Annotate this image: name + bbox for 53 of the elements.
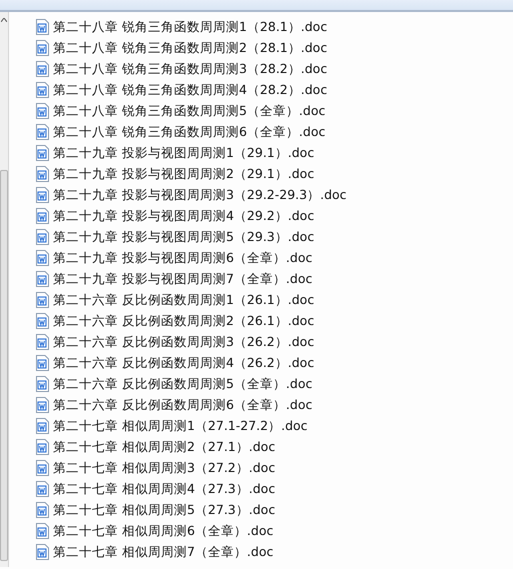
file-name[interactable]: 第二十九章 投影与视图周周测7（全章）.doc	[53, 270, 312, 286]
file-name[interactable]: 第二十九章 投影与视图周周测4（29.2）.doc	[53, 208, 314, 224]
document-icon	[35, 334, 49, 350]
file-name[interactable]: 第二十九章 投影与视图周周测3（29.2-29.3）.doc	[53, 186, 347, 202]
document-icon	[35, 186, 49, 202]
file-name[interactable]: 第二十七章 相似周周测5（27.3）.doc	[53, 502, 276, 518]
file-name[interactable]: 第二十九章 投影与视图周周测2（29.1）.doc	[53, 166, 314, 182]
document-icon	[35, 438, 49, 454]
file-name[interactable]: 第二十六章 反比例函数周周测4（26.2）.doc	[53, 354, 314, 370]
file-name[interactable]: 第二十六章 反比例函数周周测2（26.1）.doc	[53, 312, 314, 328]
document-icon	[35, 418, 49, 434]
document-icon	[35, 480, 49, 496]
file-name[interactable]: 第二十六章 反比例函数周周测6（全章）.doc	[53, 396, 312, 412]
document-icon	[35, 376, 49, 392]
file-name[interactable]: 第二十六章 反比例函数周周测3（26.2）.doc	[53, 334, 314, 350]
file-name[interactable]: 第二十七章 相似周周测1（27.1-27.2）.doc	[53, 418, 308, 434]
file-name[interactable]: 第二十七章 相似周周测6（全章）.doc	[53, 522, 274, 538]
file-name[interactable]: 第二十六章 反比例函数周周测5（全章）.doc	[53, 376, 312, 392]
document-icon	[35, 460, 49, 476]
document-icon	[35, 312, 49, 328]
file-name[interactable]: 第二十八章 锐角三角函数周周测6（全章）.doc	[53, 124, 326, 140]
document-icon	[35, 270, 49, 286]
file-name[interactable]: 第二十九章 投影与视图周周测1（29.1）.doc	[53, 144, 314, 160]
document-icon	[35, 544, 49, 560]
file-name[interactable]: 第二十七章 相似周周测4（27.3）.doc	[53, 480, 276, 496]
document-icon	[35, 292, 49, 308]
document-icon	[35, 228, 49, 244]
document-icon	[35, 522, 49, 538]
file-name[interactable]: 第二十八章 锐角三角函数周周测4（28.2）.doc	[53, 82, 328, 98]
document-icon	[35, 124, 49, 140]
document-icon	[35, 18, 49, 34]
file-name[interactable]: 第二十九章 投影与视图周周测5（29.3）.doc	[53, 228, 314, 244]
file-name[interactable]: 第二十八章 锐角三角函数周周测1（28.1）.doc	[53, 18, 328, 34]
document-icon	[35, 102, 49, 118]
file-name[interactable]: 第二十八章 锐角三角函数周周测5（全章）.doc	[53, 102, 326, 118]
document-icon	[35, 208, 49, 224]
file-name[interactable]: 第二十七章 相似周周测2（27.1）.doc	[53, 438, 276, 454]
file-name[interactable]: 第二十六章 反比例函数周周测1（26.1）.doc	[53, 292, 314, 308]
document-icon	[35, 354, 49, 370]
file-name[interactable]: 第二十八章 锐角三角函数周周测2（28.1）.doc	[53, 40, 328, 56]
file-name[interactable]: 第二十七章 相似周周测7（全章）.doc	[53, 544, 274, 560]
document-icon	[35, 250, 49, 266]
scroll-up-icon[interactable]	[1, 18, 7, 22]
document-icon	[35, 396, 49, 412]
document-icon	[35, 502, 49, 518]
file-name[interactable]: 第二十七章 相似周周测3（27.2）.doc	[53, 460, 276, 476]
file-name[interactable]: 第二十九章 投影与视图周周测6（全章）.doc	[53, 250, 312, 266]
document-icon	[35, 144, 49, 160]
file-name[interactable]: 第二十八章 锐角三角函数周周测3（28.2）.doc	[53, 60, 328, 76]
document-icon	[35, 166, 49, 182]
document-icon	[35, 40, 49, 56]
document-icon	[35, 60, 49, 76]
document-icon	[35, 82, 49, 98]
